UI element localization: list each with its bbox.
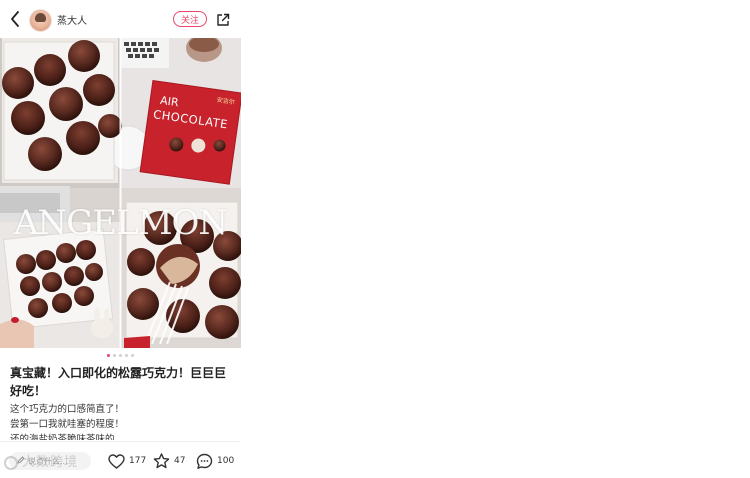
favorite-count: 47 — [174, 456, 186, 466]
comment-button[interactable]: 100 — [196, 451, 234, 471]
post-title: 真宝藏！入口即化的松露巧克力！巨巨巨好吃！ — [10, 366, 227, 398]
star-icon — [153, 453, 170, 469]
chocolate-collage-image: AIR CHOCOLATE 安吉尔 — [0, 38, 241, 348]
follow-button[interactable]: 关注 — [173, 11, 207, 27]
like-button[interactable]: 177 — [108, 451, 146, 471]
box-text-air: AIR — [159, 94, 179, 109]
post-body-line: 还的海盐奶茶脆味茶味的 — [10, 434, 115, 440]
post-body-line: 这个巧克力的口感简直了！ — [10, 404, 125, 415]
like-count: 177 — [129, 456, 147, 466]
carousel-indicator — [0, 354, 241, 357]
post-screen: 蒸大人 关注 AIR CHOCOLATE 安吉尔 ANGELMON 真宝藏！入口… — [0, 0, 241, 478]
heart-icon — [108, 453, 125, 469]
carousel-dot[interactable] — [131, 354, 134, 357]
share-icon — [217, 13, 230, 26]
comment-input[interactable]: 说点什么... — [9, 452, 91, 470]
avatar[interactable] — [29, 9, 52, 32]
pencil-icon — [17, 456, 25, 466]
bottom-action-bar: 说点什么... 177 47 100 — [0, 441, 241, 478]
post-body[interactable]: 这个巧克力的口感简直了！ 尝第一口我就哇塞的程度！ 还的海盐奶茶脆味茶味的 — [10, 402, 232, 440]
comment-count: 100 — [217, 456, 235, 466]
top-bar: 蒸大人 关注 — [0, 0, 241, 38]
carousel-dot[interactable] — [113, 354, 116, 357]
comment-bubble-icon — [196, 453, 213, 469]
carousel-dot[interactable] — [125, 354, 128, 357]
brand-overlay-text: ANGELMON — [13, 203, 228, 243]
share-button[interactable] — [216, 12, 230, 26]
comment-placeholder: 说点什么... — [28, 456, 68, 466]
author-name[interactable]: 蒸大人 — [57, 12, 87, 27]
carousel-dot[interactable] — [119, 354, 122, 357]
back-button[interactable] — [8, 10, 22, 28]
post-body-line: 尝第一口我就哇塞的程度！ — [10, 419, 125, 430]
post-image[interactable]: AIR CHOCOLATE 安吉尔 ANGELMON — [0, 38, 241, 348]
favorite-button[interactable]: 47 — [153, 451, 185, 471]
carousel-dot[interactable] — [107, 354, 110, 357]
chevron-left-icon — [11, 11, 19, 27]
